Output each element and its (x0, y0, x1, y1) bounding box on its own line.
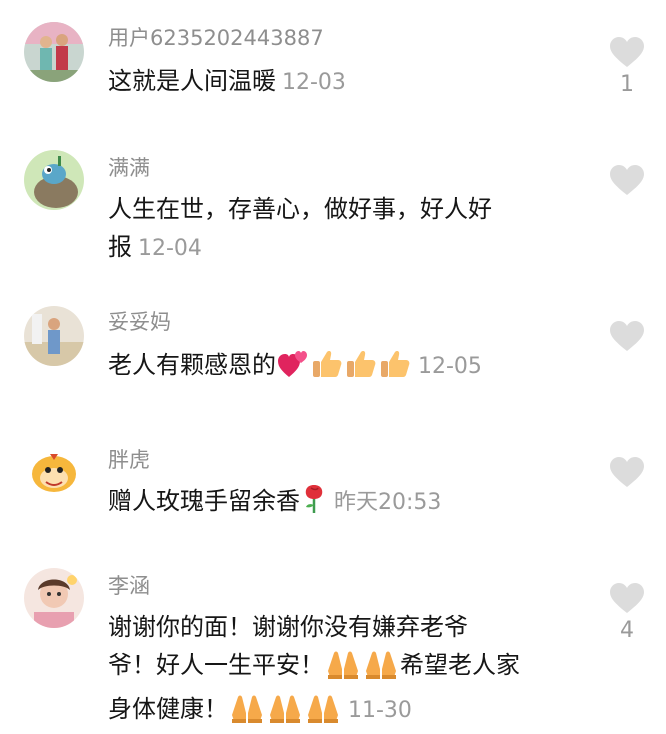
like-button[interactable] (609, 456, 645, 492)
like-button[interactable] (609, 164, 645, 200)
username[interactable]: 满满 (108, 154, 150, 182)
comment-body: 老人有颗感恩的 (108, 351, 276, 379)
comment-body: 赠人玫瑰手留余香 (108, 487, 300, 515)
heart-icon (610, 457, 644, 487)
thumbs-up-icon (311, 349, 343, 390)
avatar[interactable] (24, 22, 84, 82)
comment-body-line: 报 (108, 233, 132, 261)
comment-text: 这就是人间温暖 12-03 (108, 62, 578, 102)
username[interactable]: 用户6235202443887 (108, 24, 324, 52)
two-hearts-icon (277, 349, 309, 390)
comment-text: 老人有颗感恩的 12-05 (108, 346, 578, 390)
comment-body-line: 谢谢你的面！谢谢你没有嫌弃老爷 (108, 613, 468, 641)
rose-icon (301, 483, 327, 526)
heart-icon (610, 37, 644, 67)
comment-body-line: 爷！好人一生平安！ (108, 651, 324, 679)
user-photo-icon (24, 306, 84, 366)
heart-icon (610, 583, 644, 613)
like-count: 4 (620, 618, 634, 643)
comment-text: 人生在世，存善心，做好事，好人好 报 12-04 (108, 190, 578, 268)
username[interactable]: 妥妥妈 (108, 308, 171, 336)
like-button[interactable]: 4 (609, 582, 645, 643)
comment-body-line: 身体健康！ (108, 695, 228, 723)
avatar[interactable] (24, 306, 84, 366)
comment-time: 11-30 (348, 698, 412, 723)
like-button[interactable]: 1 (609, 36, 645, 97)
username[interactable]: 胖虎 (108, 446, 150, 474)
thumbs-up-icon (345, 349, 377, 390)
user-photo-icon (24, 568, 84, 628)
comment-time: 12-04 (138, 236, 202, 261)
cartoon-avatar-icon (24, 442, 84, 502)
comment-body-line: 人生在世，存善心，做好事，好人好 (108, 195, 492, 223)
comment-time: 昨天20:53 (334, 490, 442, 515)
user-photo-icon (24, 22, 84, 82)
comment-body: 这就是人间温暖 (108, 67, 276, 95)
like-count: 1 (620, 72, 634, 97)
avatar[interactable] (24, 568, 84, 628)
like-button[interactable] (609, 320, 645, 356)
thumbs-up-icon (379, 349, 411, 390)
folded-hands-icon (229, 693, 265, 734)
snail-avatar-icon (24, 150, 84, 210)
comment-text: 赠人玫瑰手留余香 昨天20:53 (108, 482, 578, 526)
comment-time: 12-03 (282, 70, 346, 95)
folded-hands-icon (325, 649, 361, 690)
comment-time: 12-05 (418, 354, 482, 379)
avatar[interactable] (24, 442, 84, 502)
heart-icon (610, 321, 644, 351)
avatar[interactable] (24, 150, 84, 210)
folded-hands-icon (305, 693, 341, 734)
folded-hands-icon (363, 649, 399, 690)
comment-text: 谢谢你的面！谢谢你没有嫌弃老爷 爷！好人一生平安！ 希望老人家 身体健康！ 11-3… (108, 608, 578, 734)
comment-body-line: 希望老人家 (400, 651, 520, 679)
folded-hands-icon (267, 693, 303, 734)
username[interactable]: 李涵 (108, 572, 150, 600)
heart-icon (610, 165, 644, 195)
